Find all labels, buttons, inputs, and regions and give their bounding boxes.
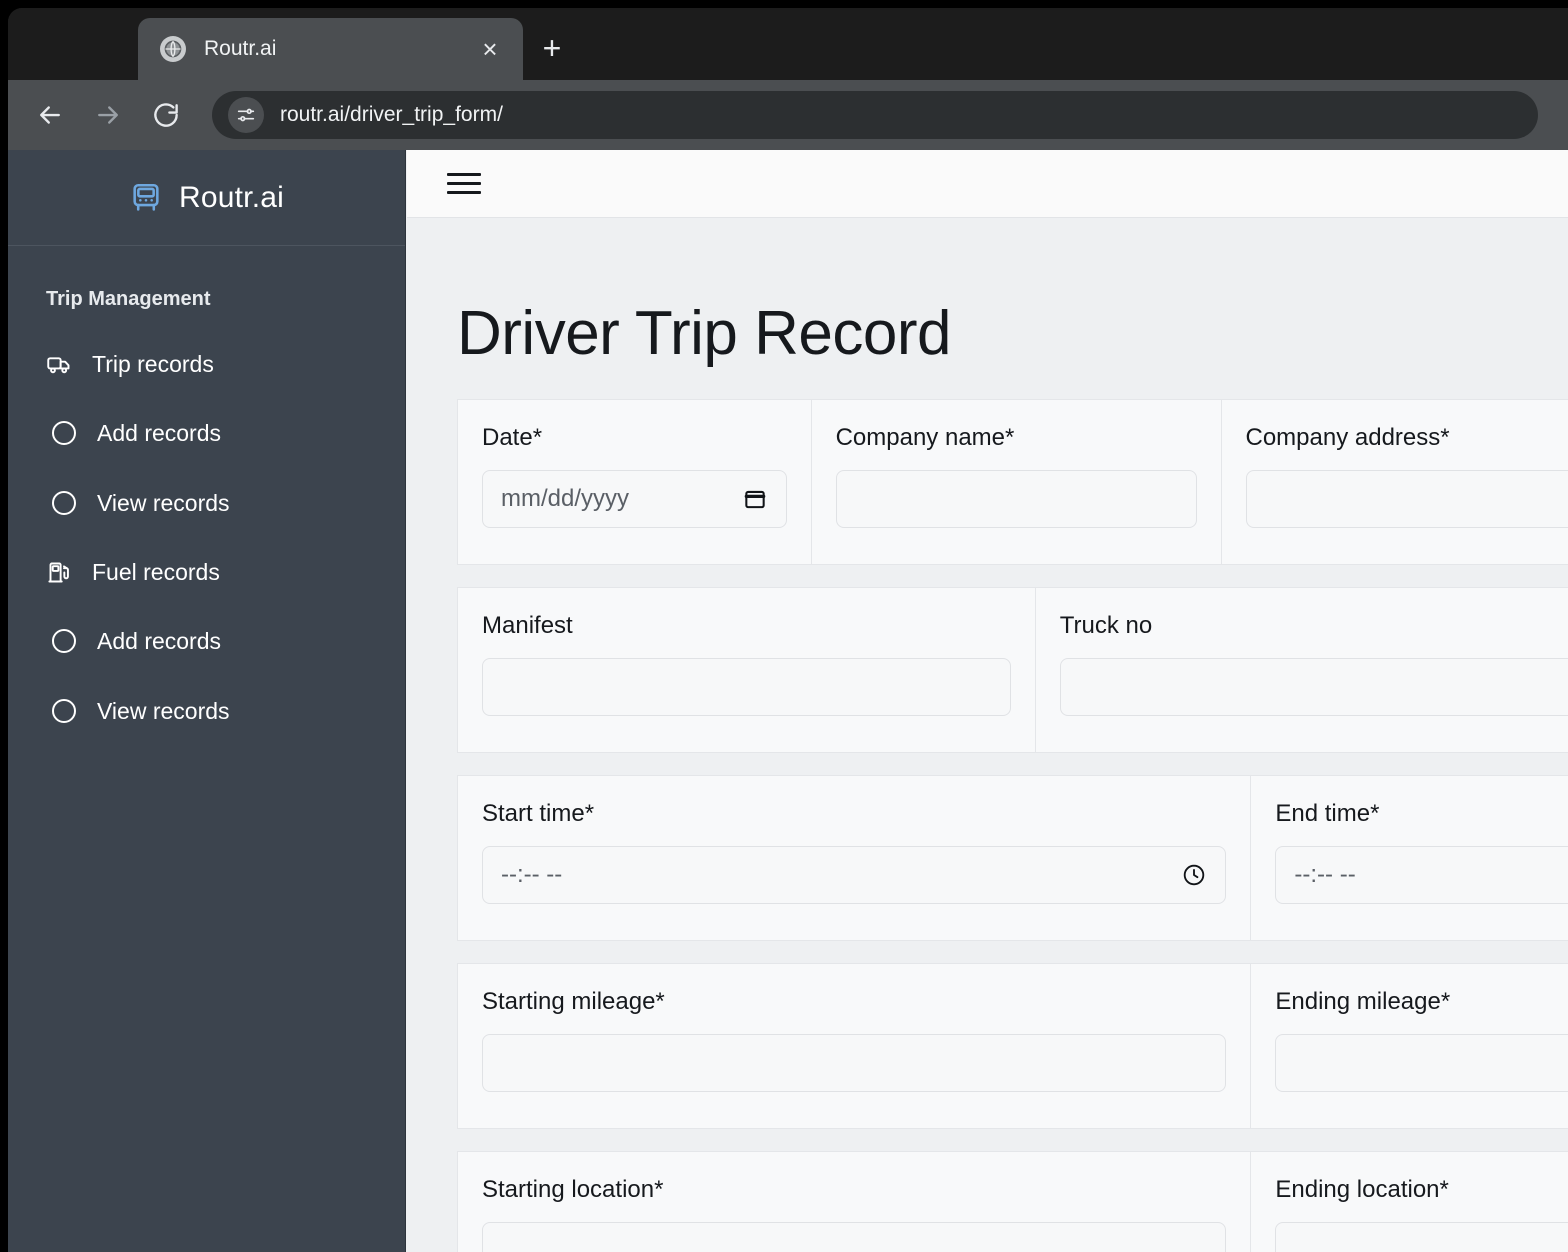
bus-icon [129, 181, 163, 215]
field-label: Truck no [1059, 612, 1153, 639]
site-settings-icon[interactable] [228, 97, 264, 133]
form-row: Start time* --:-- -- End time* --:-- -- [457, 775, 1568, 941]
starting-location-input[interactable] [482, 1222, 1227, 1252]
field-label: Company address* [1245, 424, 1450, 451]
field-label: Manifest [482, 612, 573, 639]
tab-title: Routr.ai [204, 37, 277, 60]
globe-icon [160, 36, 186, 62]
address-bar[interactable]: routr.ai/driver_trip_form/ [212, 91, 1538, 139]
start-time-input[interactable]: --:-- -- [482, 846, 1227, 904]
form-row: Starting mileage* Ending mileage* [457, 963, 1568, 1129]
input-placeholder: --:-- -- [501, 861, 563, 888]
truck-icon [46, 351, 76, 378]
form-cell-starting-location: Starting location* [458, 1152, 1252, 1252]
field-label: Start time* [482, 800, 595, 827]
forward-icon[interactable] [86, 93, 130, 137]
form-cell-company-name: Company name* [812, 400, 1222, 564]
browser-toolbar: routr.ai/driver_trip_form/ [8, 80, 1568, 150]
main-content: Driver Trip Record Date* mm/dd/yyyy Comp… [407, 150, 1568, 1252]
field-label: Starting mileage* [482, 988, 665, 1015]
back-icon[interactable] [28, 93, 72, 137]
form-cell-ending-location: Ending location* [1251, 1152, 1568, 1252]
field-label: Ending location* [1275, 1176, 1449, 1203]
field-label: Ending mileage* [1275, 988, 1451, 1015]
reload-icon[interactable] [144, 93, 188, 137]
clock-icon[interactable] [1181, 862, 1207, 888]
sidebar-item-label: Add records [97, 627, 222, 654]
form-row: Date* mm/dd/yyyy Company name* Company a… [457, 399, 1568, 565]
form-cell-truck-no: Truck no [1036, 588, 1568, 752]
web-page: Routr.ai Trip Management Trip records Ad… [8, 150, 1568, 1252]
tab-strip: Routr.ai × + [8, 8, 1568, 80]
ending-mileage-input[interactable] [1275, 1034, 1568, 1092]
form-cell-manifest: Manifest [458, 588, 1036, 752]
sidebar-item-trip-view-records[interactable]: View records [8, 477, 405, 529]
nav-divider-gap [8, 529, 405, 547]
form-cell-starting-mileage: Starting mileage* [458, 964, 1252, 1128]
form-cell-company-address: Company address* [1222, 400, 1568, 564]
company-address-input[interactable] [1245, 470, 1568, 528]
sidebar-item-label: View records [97, 489, 230, 516]
browser-window: Routr.ai × + routr.ai/driver_trip_form/ … [8, 8, 1568, 1252]
url-text: routr.ai/driver_trip_form/ [280, 103, 503, 126]
company-name-input[interactable] [835, 470, 1197, 528]
sidebar-item-label: Trip records [92, 350, 214, 377]
field-label: End time* [1275, 800, 1380, 827]
form-row: Starting location* Ending location* [457, 1151, 1568, 1252]
sidebar-item-label: View records [97, 697, 230, 724]
brand-name: Routr.ai [179, 180, 284, 214]
form-cell-ending-mileage: Ending mileage* [1251, 964, 1568, 1128]
sidebar-item-fuel-add-records[interactable]: Add records [8, 615, 405, 667]
page-title: Driver Trip Record [457, 299, 952, 368]
form-cell-end-time: End time* --:-- -- [1251, 776, 1568, 940]
sidebar-item-label: Fuel records [92, 558, 220, 585]
hamburger-bar [447, 173, 481, 176]
hamburger-icon[interactable] [447, 167, 481, 200]
sidebar-item-fuel-view-records[interactable]: View records [8, 685, 405, 737]
input-placeholder: mm/dd/yyyy [501, 485, 630, 512]
starting-mileage-input[interactable] [482, 1034, 1227, 1092]
form-cell-date: Date* mm/dd/yyyy [458, 400, 812, 564]
radio-circle-icon [52, 699, 76, 723]
truck-no-input[interactable] [1059, 658, 1568, 716]
fuel-pump-icon [46, 559, 76, 586]
radio-circle-icon [52, 491, 76, 515]
sidebar: Routr.ai Trip Management Trip records Ad… [8, 150, 406, 1252]
radio-circle-icon [52, 421, 76, 445]
ending-location-input[interactable] [1275, 1222, 1568, 1252]
nav-section-title: Trip Management [46, 288, 211, 310]
hamburger-bar [447, 182, 481, 185]
end-time-input[interactable]: --:-- -- [1275, 846, 1568, 904]
input-placeholder: --:-- -- [1294, 861, 1356, 888]
sidebar-item-fuel-records[interactable]: Fuel records [8, 547, 405, 597]
close-icon[interactable]: × [475, 34, 505, 64]
field-label: Date* [482, 424, 543, 451]
radio-circle-icon [52, 629, 76, 653]
field-label: Company name* [835, 424, 1015, 451]
sidebar-item-label: Add records [97, 419, 222, 446]
form-content: Driver Trip Record Date* mm/dd/yyyy Comp… [407, 218, 1568, 1252]
form-row: Manifest Truck no [457, 587, 1568, 753]
date-input[interactable]: mm/dd/yyyy [482, 470, 787, 528]
manifest-input[interactable] [482, 658, 1011, 716]
sidebar-item-trip-add-records[interactable]: Add records [8, 407, 405, 459]
sidebar-item-trip-records[interactable]: Trip records [8, 339, 405, 389]
brand-logo[interactable]: Routr.ai [8, 150, 405, 246]
new-tab-button[interactable]: + [532, 28, 572, 68]
sidebar-nav: Trip Management Trip records Add records… [8, 246, 405, 737]
browser-tab[interactable]: Routr.ai × [138, 18, 523, 80]
calendar-icon[interactable] [742, 486, 768, 512]
hamburger-bar [447, 191, 481, 194]
field-label: Starting location* [482, 1176, 664, 1203]
content-topbar [407, 150, 1568, 218]
form-cell-start-time: Start time* --:-- -- [458, 776, 1252, 940]
